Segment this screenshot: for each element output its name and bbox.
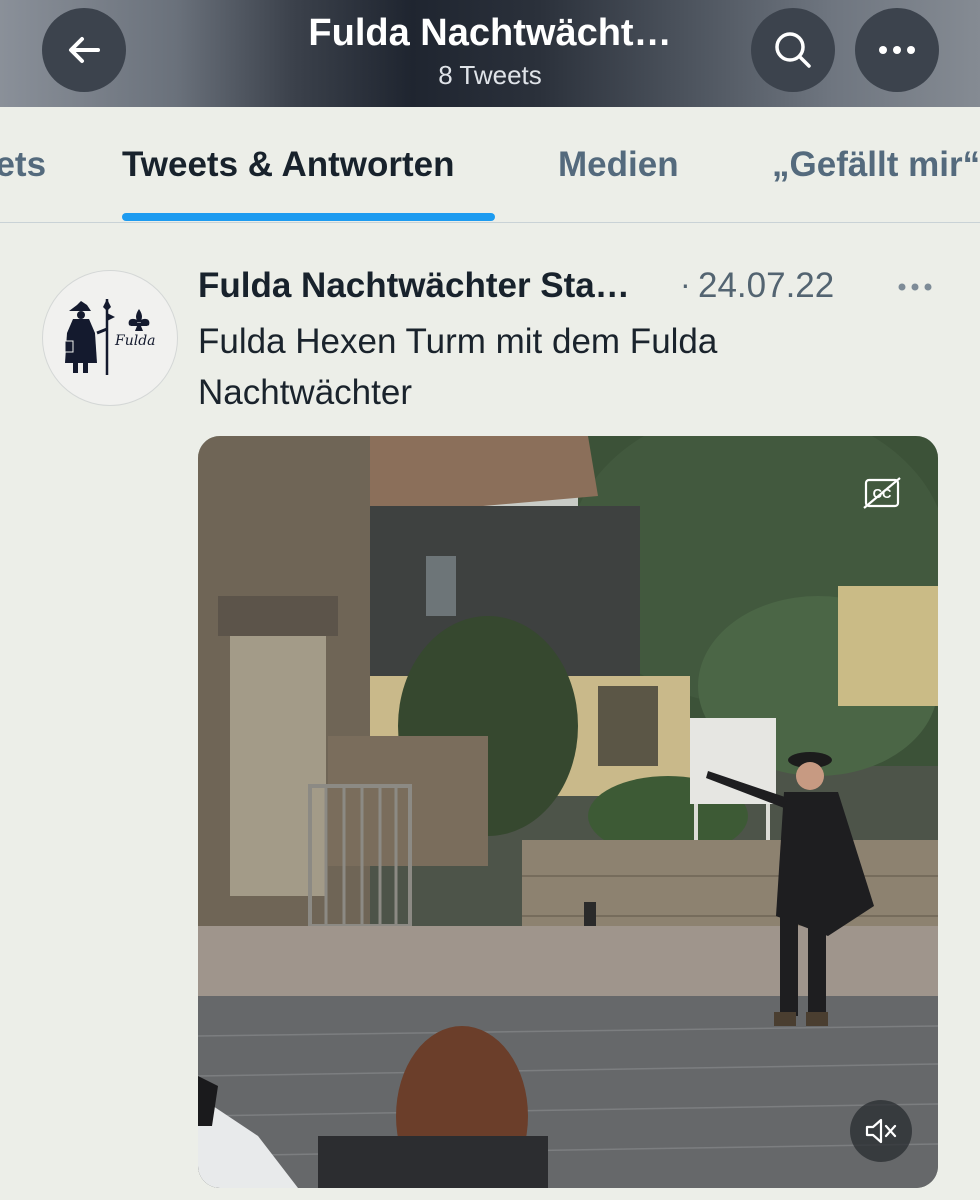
more-options-button[interactable] — [855, 8, 939, 92]
author-name[interactable]: Fulda Nachtwächter Sta… — [198, 266, 676, 306]
tab-tweets-and-replies[interactable]: Tweets & Antworten — [122, 145, 455, 185]
more-horizontal-icon — [879, 46, 915, 54]
volume-muted-icon — [865, 1118, 897, 1144]
video-frame — [198, 436, 938, 1188]
profile-tabs: Tweets Tweets & Antworten Medien „Gefäll… — [0, 107, 980, 223]
closed-captions-icon: CC — [863, 477, 901, 509]
search-button[interactable] — [751, 8, 835, 92]
profile-header: Fulda Nachtwächt… 8 Tweets — [0, 0, 980, 107]
tweet-text: Fulda Hexen Turm mit dem Fulda Nachtwäch… — [198, 322, 718, 412]
mute-button[interactable] — [850, 1100, 912, 1162]
tweet-count: 8 Tweets — [438, 60, 542, 90]
separator-dot: · — [680, 266, 691, 302]
tab-tweets[interactable]: Tweets — [0, 145, 46, 185]
avatar-text: Fulda — [115, 333, 156, 349]
more-horizontal-icon — [898, 283, 932, 291]
tab-likes[interactable]: „Gefällt mir“ — [772, 145, 980, 185]
tweet-date[interactable]: 24.07.22 — [698, 266, 834, 306]
search-icon — [775, 32, 811, 68]
back-button[interactable] — [42, 8, 126, 92]
tab-media[interactable]: Medien — [558, 145, 679, 185]
avatar[interactable]: Fulda — [42, 270, 178, 406]
header-title: Fulda Nachtwächt… — [308, 12, 672, 54]
night-watchman-logo — [64, 299, 150, 375]
captions-button[interactable]: CC — [854, 472, 910, 516]
active-tab-indicator — [122, 213, 495, 221]
tweet-video[interactable]: CC — [198, 436, 938, 1188]
tweet-more-button[interactable] — [894, 272, 938, 302]
arrow-left-icon — [69, 37, 100, 63]
